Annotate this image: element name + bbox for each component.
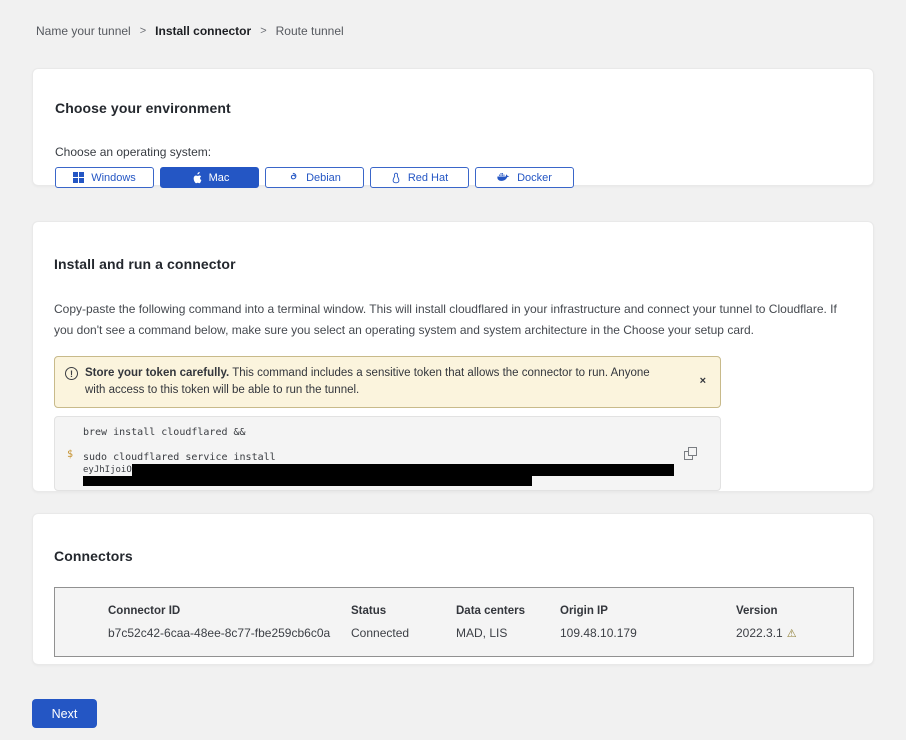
os-button-windows[interactable]: Windows (55, 167, 154, 188)
breadcrumb-install-connector[interactable]: Install connector (155, 24, 251, 38)
data-centers-value: MAD, LIS (456, 626, 560, 640)
redacted-token-bar (132, 464, 674, 476)
warning-triangle-icon: ⚠ (787, 628, 797, 640)
token-warning-text: Store your token carefully. This command… (85, 365, 660, 399)
token-warning-banner: ! Store your token carefully. This comma… (54, 356, 721, 408)
column-header-version: Version (736, 605, 853, 626)
debian-icon (288, 172, 299, 183)
command-line-sudo: sudo cloudflared service install (83, 452, 680, 463)
alert-circle-icon: ! (65, 367, 78, 380)
copy-icon[interactable] (684, 447, 698, 461)
version-value: 2022.3.1⚠ (736, 626, 853, 640)
os-button-label: Docker (517, 172, 552, 184)
terminal-prompt: $ (67, 449, 73, 460)
apple-icon (190, 171, 202, 184)
column-header-status: Status (351, 605, 456, 626)
docker-icon (497, 172, 510, 183)
os-button-redhat[interactable]: Red Hat (370, 167, 469, 188)
environment-card-title: Choose your environment (55, 100, 851, 116)
token-warning-title: Store your token carefully. (85, 367, 229, 379)
os-button-label: Mac (209, 172, 230, 184)
breadcrumb: Name your tunnel > Install connector > R… (0, 0, 906, 38)
next-button[interactable]: Next (32, 699, 97, 728)
choose-environment-card: Choose your environment Choose an operat… (32, 68, 874, 186)
token-line: eyJhIjoiO (83, 464, 680, 476)
redhat-icon (391, 172, 401, 184)
origin-ip-value: 109.48.10.179 (560, 626, 736, 640)
os-button-label: Debian (306, 172, 341, 184)
os-button-docker[interactable]: Docker (475, 167, 574, 188)
token-prefix: eyJhIjoiO (83, 465, 132, 475)
redacted-token-bar (83, 476, 532, 486)
os-button-debian[interactable]: Debian (265, 167, 364, 188)
table-row: b7c52c42-6caa-48ee-8c77-fbe259cb6c0a Con… (108, 626, 853, 640)
os-button-label: Windows (91, 172, 136, 184)
breadcrumb-separator: > (140, 25, 146, 37)
column-header-data-centers: Data centers (456, 605, 560, 626)
windows-icon (73, 172, 84, 183)
connectors-table-header-row: Connector ID Status Data centers Origin … (108, 605, 853, 626)
connectors-card: Connectors Connector ID Status Data cent… (32, 513, 874, 665)
os-button-label: Red Hat (408, 172, 448, 184)
install-card-title: Install and run a connector (54, 256, 851, 272)
install-description: Copy-paste the following command into a … (54, 299, 850, 341)
breadcrumb-route-tunnel[interactable]: Route tunnel (276, 24, 344, 38)
command-line-brew: brew install cloudflared && (83, 427, 680, 438)
status-badge: Connected (351, 626, 456, 640)
connectors-table: Connector ID Status Data centers Origin … (54, 587, 854, 657)
column-header-origin-ip: Origin IP (560, 605, 736, 626)
os-select-label: Choose an operating system: (55, 145, 851, 159)
breadcrumb-name-your-tunnel[interactable]: Name your tunnel (36, 24, 131, 38)
os-button-mac[interactable]: Mac (160, 167, 259, 188)
breadcrumb-separator: > (260, 25, 266, 37)
connector-id-value: b7c52c42-6caa-48ee-8c77-fbe259cb6c0a (108, 626, 351, 640)
os-button-group: Windows Mac Debian Red Hat Docker (55, 167, 851, 188)
install-command-code-block[interactable]: $ brew install cloudflared && sudo cloud… (54, 416, 721, 491)
connectors-card-title: Connectors (54, 548, 852, 564)
column-header-connector-id: Connector ID (108, 605, 351, 626)
close-icon[interactable]: × (696, 365, 710, 397)
install-connector-card: Install and run a connector Copy-paste t… (32, 221, 874, 492)
